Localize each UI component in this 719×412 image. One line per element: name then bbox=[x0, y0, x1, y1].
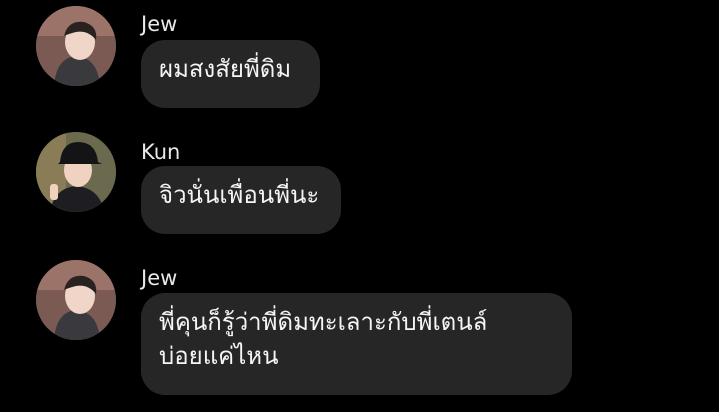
sender-name: Jew bbox=[141, 266, 178, 290]
sender-name: Jew bbox=[141, 12, 178, 36]
message-bubble[interactable]: จิวนั่นเพื่อนพี่นะ bbox=[141, 166, 341, 234]
message-row: Jew ผมสงสัยพี่ดิม bbox=[0, 0, 719, 120]
message-text: จิวนั่นเพื่อนพี่นะ bbox=[159, 181, 320, 209]
message-text: พี่คุนก็รู้ว่าพี่ดิมทะเลาะกับพี่เตนล์ bbox=[159, 308, 488, 336]
sender-avatar[interactable] bbox=[36, 6, 116, 86]
sender-name: Kun bbox=[141, 140, 181, 164]
sender-avatar[interactable] bbox=[36, 260, 116, 340]
message-text: ผมสงสัยพี่ดิม bbox=[159, 55, 292, 83]
message-text: บ่อยแค่ไหน bbox=[159, 342, 279, 370]
message-row: Jew พี่คุนก็รู้ว่าพี่ดิมทะเลาะกับพี่เตนล… bbox=[0, 250, 719, 412]
message-row: Kun จิวนั่นเพื่อนพี่นะ bbox=[0, 120, 719, 250]
message-bubble[interactable]: ผมสงสัยพี่ดิม bbox=[141, 40, 320, 108]
sender-avatar[interactable] bbox=[36, 132, 116, 212]
message-bubble[interactable]: พี่คุนก็รู้ว่าพี่ดิมทะเลาะกับพี่เตนล์ บ่… bbox=[141, 293, 572, 395]
